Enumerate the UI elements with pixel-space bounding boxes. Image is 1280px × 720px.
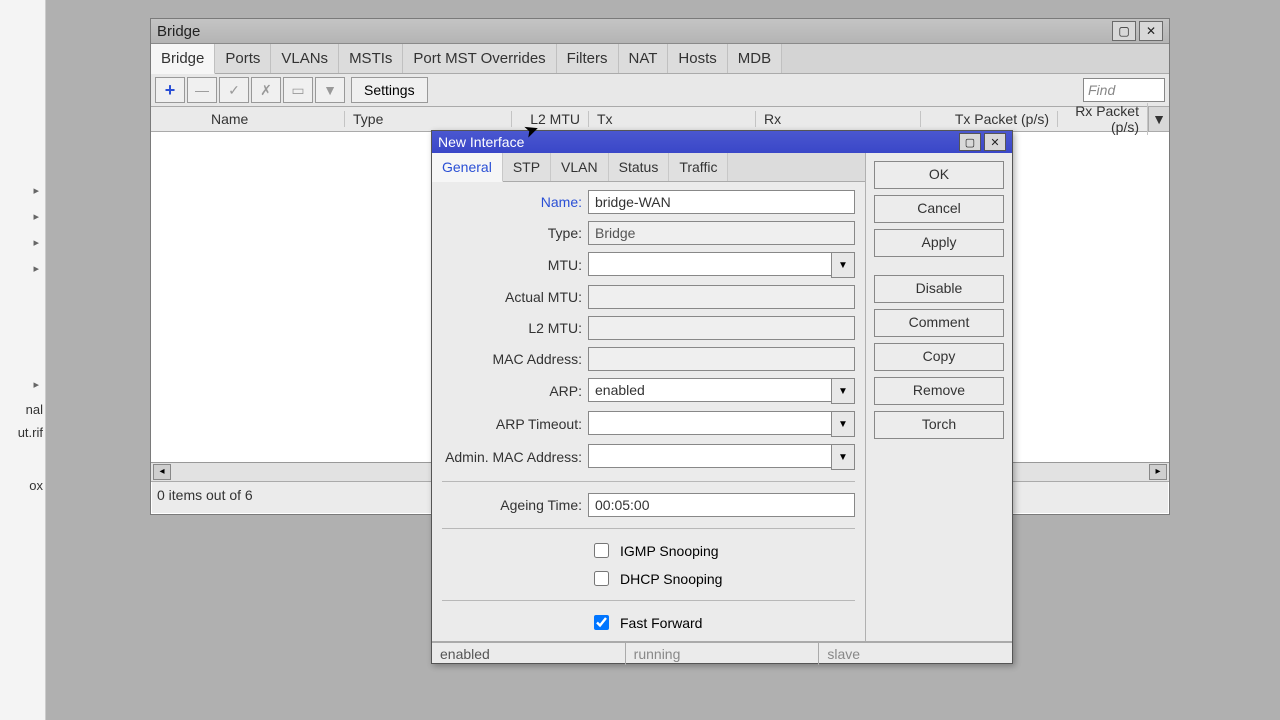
dialog-titlebar[interactable]: New Interface ▢ ✕ — [432, 131, 1012, 153]
bridge-tabs: Bridge Ports VLANs MSTIs Port MST Overri… — [151, 44, 1169, 74]
chevron-right-icon: ▸ — [0, 256, 45, 282]
torch-button[interactable]: Torch — [874, 411, 1004, 439]
tab-status[interactable]: Status — [609, 153, 670, 181]
tab-traffic[interactable]: Traffic — [669, 153, 728, 181]
mtu-label: MTU: — [442, 257, 582, 273]
name-field[interactable]: bridge-WAN — [588, 190, 855, 214]
sidebar-item-outrif[interactable]: ut.rif — [0, 421, 45, 444]
tab-mstis[interactable]: MSTIs — [339, 44, 403, 73]
mac-field — [588, 347, 855, 371]
copy-button[interactable]: Copy — [874, 343, 1004, 371]
dialog-title: New Interface — [438, 134, 956, 150]
status-enabled: enabled — [432, 643, 626, 665]
scroll-left-icon[interactable]: ◂ — [153, 464, 171, 480]
col-l2mtu[interactable]: L2 MTU — [512, 111, 589, 127]
sidebar-item-ox[interactable]: ox — [0, 474, 45, 497]
apply-button[interactable]: Apply — [874, 229, 1004, 257]
bridge-title: Bridge — [157, 23, 1109, 40]
col-rxp[interactable]: Rx Packet (p/s) — [1058, 103, 1148, 135]
chevron-right-icon: ▸ — [0, 204, 45, 230]
type-field: Bridge — [588, 221, 855, 245]
dhcp-label: DHCP Snooping — [620, 571, 722, 587]
chevron-right-icon: ▸ — [0, 178, 45, 204]
col-tx[interactable]: Tx — [589, 111, 756, 127]
dialog-tabs: General STP VLAN Status Traffic — [432, 153, 865, 182]
settings-button[interactable]: Settings — [351, 77, 428, 103]
igmp-label: IGMP Snooping — [620, 543, 719, 559]
dialog-status: enabled running slave — [432, 641, 1012, 665]
sidebar-item-nal[interactable]: nal — [0, 398, 45, 421]
mtu-field[interactable] — [588, 252, 831, 276]
arp-label: ARP: — [442, 383, 582, 399]
cancel-button[interactable]: Cancel — [874, 195, 1004, 223]
tab-vlans[interactable]: VLANs — [271, 44, 339, 73]
find-input[interactable]: Find — [1083, 78, 1165, 102]
minimize-button[interactable]: ▢ — [1112, 21, 1136, 41]
tab-filters[interactable]: Filters — [557, 44, 619, 73]
status-slave: slave — [819, 643, 1012, 665]
scroll-right-icon[interactable]: ▸ — [1149, 464, 1167, 480]
l2-mtu-label: L2 MTU: — [442, 320, 582, 336]
ageing-label: Ageing Time: — [442, 497, 582, 513]
ageing-field[interactable]: 00:05:00 — [588, 493, 855, 517]
col-rx[interactable]: Rx — [756, 111, 921, 127]
tab-bridge[interactable]: Bridge — [151, 44, 215, 74]
column-headers: Name Type L2 MTU Tx Rx Tx Packet (p/s) R… — [151, 107, 1169, 132]
new-interface-dialog: New Interface ▢ ✕ General STP VLAN Statu… — [431, 130, 1013, 664]
add-button[interactable]: + — [155, 77, 185, 103]
igmp-checkbox[interactable] — [594, 543, 609, 558]
status-running: running — [626, 643, 820, 665]
comment-button-dlg[interactable]: Comment — [874, 309, 1004, 337]
disable-button[interactable]: ✗ — [251, 77, 281, 103]
tab-hosts[interactable]: Hosts — [668, 44, 727, 73]
left-panel: ▸ ▸ ▸ ▸ ▸ nal ut.rif ox — [0, 0, 46, 720]
comment-button[interactable]: ▭ — [283, 77, 313, 103]
name-label: Name: — [442, 194, 582, 210]
col-txp[interactable]: Tx Packet (p/s) — [921, 111, 1058, 127]
fast-forward-label: Fast Forward — [620, 615, 702, 631]
remove-button-dlg[interactable]: Remove — [874, 377, 1004, 405]
close-button[interactable]: ✕ — [1139, 21, 1163, 41]
admin-mac-field[interactable] — [588, 444, 831, 468]
type-label: Type: — [442, 225, 582, 241]
l2-mtu-field — [588, 316, 855, 340]
admin-mac-label: Admin. MAC Address: — [442, 449, 582, 465]
column-dropdown[interactable]: ▼ — [1148, 107, 1169, 131]
general-form: Name: bridge-WAN Type: Bridge MTU: ▼ — [432, 182, 865, 641]
chevron-right-icon: ▸ — [0, 372, 45, 398]
tab-mdb[interactable]: MDB — [728, 44, 782, 73]
tab-ports[interactable]: Ports — [215, 44, 271, 73]
dialog-close-button[interactable]: ✕ — [984, 133, 1006, 151]
tab-stp[interactable]: STP — [503, 153, 551, 181]
tab-port-mst-overrides[interactable]: Port MST Overrides — [403, 44, 556, 73]
arp-field[interactable]: enabled — [588, 378, 831, 402]
arp-timeout-field[interactable] — [588, 411, 831, 435]
col-name[interactable]: Name — [203, 111, 345, 127]
col-type[interactable]: Type — [345, 111, 512, 127]
arp-dropdown[interactable]: ▼ — [831, 378, 855, 404]
actual-mtu-label: Actual MTU: — [442, 289, 582, 305]
status-text: 0 items out of 6 — [157, 487, 253, 503]
ok-button[interactable]: OK — [874, 161, 1004, 189]
mac-label: MAC Address: — [442, 351, 582, 367]
actual-mtu-field — [588, 285, 855, 309]
filter-button[interactable]: ▼ — [315, 77, 345, 103]
mtu-dropdown[interactable]: ▼ — [831, 252, 855, 278]
chevron-right-icon: ▸ — [0, 230, 45, 256]
tab-general[interactable]: General — [432, 153, 503, 182]
remove-button[interactable]: — — [187, 77, 217, 103]
dhcp-checkbox[interactable] — [594, 571, 609, 586]
fast-forward-checkbox[interactable] — [594, 615, 609, 630]
arp-timeout-dropdown[interactable]: ▼ — [831, 411, 855, 437]
enable-button[interactable]: ✓ — [219, 77, 249, 103]
arp-timeout-label: ARP Timeout: — [442, 416, 582, 432]
dialog-minimize-button[interactable]: ▢ — [959, 133, 981, 151]
tab-nat[interactable]: NAT — [619, 44, 669, 73]
toolbar: + — ✓ ✗ ▭ ▼ Settings Find — [151, 74, 1169, 107]
dialog-buttons: OK Cancel Apply Disable Comment Copy Rem… — [866, 153, 1012, 641]
tab-vlan[interactable]: VLAN — [551, 153, 609, 181]
admin-mac-dropdown[interactable]: ▼ — [831, 444, 855, 470]
disable-button-dlg[interactable]: Disable — [874, 275, 1004, 303]
bridge-titlebar[interactable]: Bridge ▢ ✕ — [151, 19, 1169, 44]
